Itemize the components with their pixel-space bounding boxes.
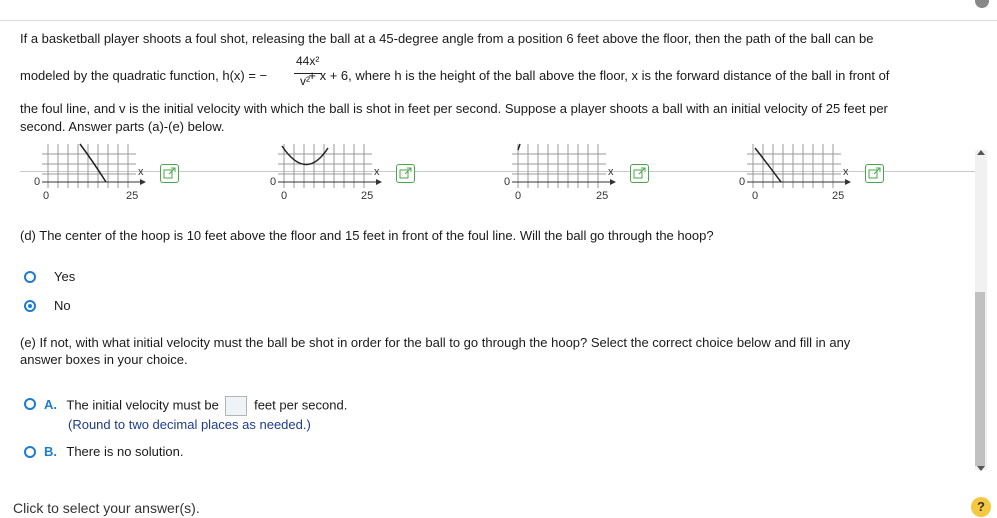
graph-option-2[interactable]: 0 0 25 x [264,142,424,204]
graph-2-x25: 25 [361,190,374,202]
option-a-letter: A. [44,397,57,413]
option-yes-label[interactable]: Yes [54,269,75,284]
scroll-down-icon[interactable] [977,466,985,471]
stem-line-3: the foul line, and v is the initial velo… [20,101,888,116]
option-a-text-before: The initial velocity must be [66,397,219,413]
top-bar [0,0,997,21]
graph-3-xlabel: x [608,166,614,178]
option-b-letter: B. [44,444,57,459]
graph-2-y0: 0 [270,176,277,188]
radio-option-a[interactable] [24,398,36,410]
fraction-numerator: 44x² [296,54,320,68]
graph-2-xlabel: x [374,166,380,178]
graph-option-4[interactable]: 0 0 25 x [733,142,893,204]
radio-no[interactable] [24,300,36,312]
stem-line-2-suffix: + x + 6, where h is the height of the ba… [308,68,890,83]
expand-icon[interactable] [396,164,415,183]
graph-4-x0: 0 [752,190,759,202]
graph-1-x25: 25 [126,190,139,202]
graph-4-xlabel: x [843,166,849,178]
option-b-text: There is no solution. [66,444,184,459]
rounding-note: (Round to two decimal places as needed.) [68,417,311,432]
velocity-answer-input[interactable] [225,396,248,416]
graph-option-3[interactable]: 0 0 25 x [498,142,658,204]
expand-icon[interactable] [630,164,649,183]
graph-1-x0: 0 [43,190,50,202]
option-no-label[interactable]: No [54,298,71,313]
stem-line-1: If a basketball player shoots a foul sho… [20,31,874,46]
stem-line-4: second. Answer parts (a)-(e) below. [20,119,225,134]
graph-3-x25: 25 [596,190,609,202]
graph-1-xlabel: x [138,166,144,178]
part-e-prompt-2: answer boxes in your choice. [20,352,188,367]
footer-instruction: Click to select your answer(s). [13,500,200,516]
part-e-prompt-1: (e) If not, with what initial velocity m… [20,335,851,350]
option-a[interactable]: A. The initial velocity must be feet per… [44,396,347,416]
help-icon[interactable]: ? [971,497,991,517]
graph-option-1[interactable]: 0 0 25 x [28,142,188,204]
gear-icon[interactable] [975,0,989,8]
option-a-text-after: feet per second. [254,397,348,413]
expand-icon[interactable] [865,164,884,183]
graph-1-y0: 0 [34,176,41,188]
expand-icon[interactable] [160,164,179,183]
fraction-denominator: v² [300,74,310,88]
graph-4-x25: 25 [832,190,845,202]
graph-4-y0: 0 [739,176,746,188]
scroll-up-icon[interactable] [977,150,985,155]
stem-line-2: modeled by the quadratic function, h(x) … [20,67,889,85]
graph-2-x0: 0 [281,190,288,202]
graph-3-y0: 0 [504,176,511,188]
radio-yes[interactable] [24,271,36,283]
option-b[interactable]: B. There is no solution. [44,444,183,459]
stem-line-2-prefix: modeled by the quadratic function, h(x) … [20,68,268,83]
graph-3-x0: 0 [515,190,522,202]
scrollbar-thumb[interactable] [975,292,985,466]
radio-option-b[interactable] [24,446,36,458]
part-d-prompt: (d) The center of the hoop is 10 feet ab… [20,228,714,243]
